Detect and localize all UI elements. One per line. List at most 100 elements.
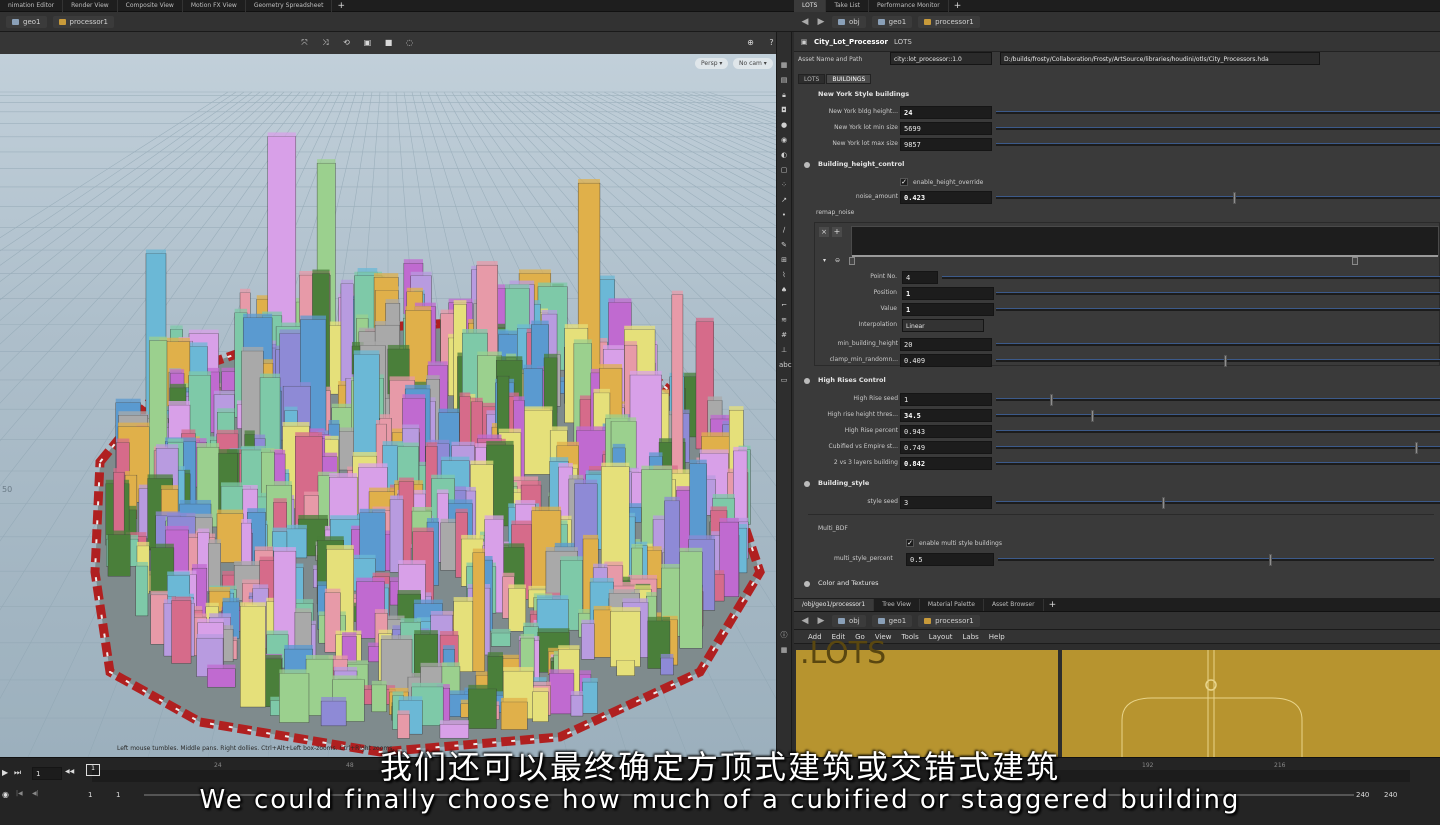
tab-material-palette[interactable]: Material Palette [920, 598, 984, 611]
path-network[interactable]: geo1 [871, 614, 913, 627]
folder-building-height[interactable]: Building_height_control [794, 158, 1440, 172]
wireframe-icon[interactable]: ▢ [779, 165, 789, 175]
text-icon[interactable]: abc [779, 360, 792, 370]
sphere-icon[interactable]: ● [779, 120, 789, 130]
tab-performance-monitor[interactable]: Performance Monitor [869, 0, 949, 12]
layers-icon[interactable]: ▤ [779, 75, 789, 85]
vertex-icon[interactable]: • [779, 210, 789, 220]
add-tab-icon[interactable]: + [332, 0, 350, 12]
slider-handle[interactable] [1269, 554, 1272, 566]
slider-handle[interactable] [1233, 192, 1236, 204]
slider-handle[interactable] [1162, 497, 1165, 509]
axis-icon[interactable]: ⊥ [779, 345, 789, 355]
value-slider[interactable] [996, 308, 1440, 311]
add-tab-icon[interactable]: + [949, 0, 967, 12]
menu-labs[interactable]: Labs [963, 633, 979, 641]
ramp-curve-area[interactable] [851, 226, 1439, 257]
frame-icon[interactable]: ⌐ [779, 300, 789, 310]
path-node[interactable]: processor1 [52, 15, 115, 28]
height-override-checkbox[interactable]: ✓ [900, 178, 908, 186]
subtab-lots[interactable]: LOTS [798, 74, 826, 84]
pose-tool-icon[interactable]: ◌ [405, 38, 414, 48]
normals-icon[interactable]: ↗ [779, 195, 789, 205]
high-rise-seed-field[interactable]: 1 [900, 393, 992, 406]
paint-icon[interactable]: ♠ [779, 285, 789, 295]
add-point-icon[interactable]: + [832, 227, 842, 237]
style-seed-slider[interactable] [996, 497, 1440, 509]
node-name[interactable]: City_Lot_Processor [814, 38, 888, 46]
forward-arrow-icon[interactable]: ▶ [816, 616, 826, 626]
select-tool-icon[interactable]: ⤧ [300, 38, 309, 48]
high-rise-percent-field[interactable]: 0.943 [900, 425, 992, 438]
style-seed-field[interactable]: 3 [900, 496, 992, 509]
bone-icon[interactable]: ⌇ [779, 270, 789, 280]
high-rise-threshold-field[interactable]: 34.5 [900, 409, 992, 422]
point-no-slider[interactable] [942, 276, 1440, 279]
display-icon[interactable]: ▦ [779, 60, 789, 70]
asset-name-field[interactable]: city::lot_processor::1.0 [890, 52, 992, 65]
mesh-icon[interactable]: ⊞ [779, 255, 789, 265]
layers-slider[interactable] [996, 462, 1440, 465]
position-field[interactable]: 1 [902, 287, 994, 300]
high-rise-seed-slider[interactable] [996, 394, 1440, 406]
tab-take-list[interactable]: Take List [826, 0, 870, 12]
tab-composite-view[interactable]: Composite View [118, 0, 183, 12]
path-obj[interactable]: obj [832, 614, 866, 627]
help-icon[interactable]: ? [767, 38, 776, 48]
scene-viewport[interactable]: 50 [0, 32, 776, 757]
move-tool-icon[interactable]: ⤨ [321, 38, 330, 48]
split-view-icon[interactable]: ▦ [779, 645, 789, 655]
tab-animation-editor[interactable]: nimation Editor [0, 0, 64, 12]
light-icon[interactable]: ◉ [779, 135, 789, 145]
path-obj[interactable]: obj [832, 15, 866, 28]
slider-handle[interactable] [1415, 442, 1418, 454]
ny-height-slider[interactable] [996, 111, 1440, 114]
menu-layout[interactable]: Layout [929, 633, 953, 641]
info-icon[interactable]: ⓘ [779, 630, 789, 640]
folder-high-rises[interactable]: High Rises Control [794, 374, 1440, 388]
forward-arrow-icon[interactable]: ▶ [816, 17, 826, 27]
brush-icon[interactable]: ✎ [779, 240, 789, 250]
grid-icon[interactable]: # [779, 330, 789, 340]
shading-icon[interactable]: ◐ [779, 150, 789, 160]
handle-tool-icon[interactable]: ■ [384, 38, 393, 48]
snap-icon[interactable]: ⊕ [746, 38, 755, 48]
scale-tool-icon[interactable]: ▣ [363, 38, 372, 48]
tab-geometry-spreadsheet[interactable]: Geometry Spreadsheet [246, 0, 333, 12]
ramp-key-end[interactable] [1352, 257, 1358, 265]
cubified-field[interactable]: 0.749 [900, 441, 992, 454]
slider-handle[interactable] [1050, 394, 1053, 406]
ramp-collapse-icon[interactable]: ▾ [823, 257, 826, 264]
ny-min-field[interactable]: 5699 [900, 122, 992, 135]
slider-handle[interactable] [1091, 410, 1094, 422]
min-building-height-slider[interactable] [996, 343, 1440, 346]
folder-new-york[interactable]: New York Style buildings [794, 88, 1440, 102]
high-rise-threshold-slider[interactable] [996, 410, 1440, 422]
back-arrow-icon[interactable]: ◀ [800, 616, 810, 626]
remove-point-icon[interactable]: × [819, 227, 829, 237]
path-network[interactable]: geo1 [871, 15, 913, 28]
min-building-height-field[interactable]: 20 [900, 338, 992, 351]
multi-style-percent-slider[interactable] [998, 554, 1434, 566]
asset-path-field[interactable]: D:/builds/frosty/Collaboration/Frosty/Ar… [1000, 52, 1320, 65]
path-node[interactable]: processor1 [918, 15, 980, 28]
ny-max-slider[interactable] [996, 143, 1440, 146]
tab-asset-browser[interactable]: Asset Browser [984, 598, 1044, 611]
path-network[interactable]: geo1 [6, 15, 47, 28]
subtab-buildings[interactable]: BUILDINGS [826, 74, 872, 84]
rotate-tool-icon[interactable]: ⟲ [342, 38, 351, 48]
tab-network-path[interactable]: /obj/geo1/processor1 [794, 598, 875, 611]
ramp-link-icon[interactable]: ⊖ [835, 257, 840, 264]
ny-height-field[interactable]: 24 [900, 106, 992, 119]
edge-icon[interactable]: ∕ [779, 225, 789, 235]
noise-amount-slider[interactable] [996, 192, 1440, 204]
ny-min-slider[interactable] [996, 127, 1440, 130]
multi-style-percent-field[interactable]: 0.5 [906, 553, 994, 566]
noise-amount-field[interactable]: 0.423 [900, 191, 992, 204]
interpolation-select[interactable]: Linear [902, 319, 984, 332]
tab-lots[interactable]: LOTS [794, 0, 827, 12]
tab-motion-fx-view[interactable]: Motion FX View [183, 0, 246, 12]
layers-field[interactable]: 0.842 [900, 457, 992, 470]
background-icon[interactable]: ▭ [779, 375, 789, 385]
position-slider[interactable] [996, 292, 1440, 295]
